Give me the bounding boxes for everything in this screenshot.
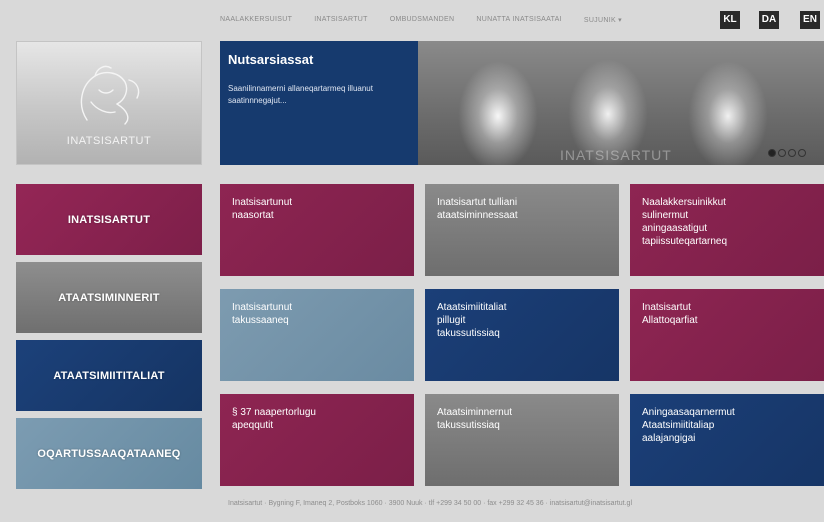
sidebar-item-label: INATSISARTUT — [67, 213, 151, 226]
language-button-kl[interactable]: KL — [720, 11, 740, 29]
tile-ataatsiminnernut-takussutissiaq[interactable]: Ataatsiminnernut takussutissiaq — [425, 394, 619, 486]
caret-down-icon: ▾ — [618, 17, 622, 24]
nav-link-inatsisartut[interactable]: INATSISARTUT — [314, 16, 368, 24]
tile-naalakkersuinikkut-sulinermut[interactable]: Naalakkersuinikkut sulinermut aningaasat… — [630, 184, 824, 276]
slide-dot[interactable] — [788, 149, 796, 157]
tile-inatsisartut-allattoqarfiat[interactable]: Inatsisartut Allattoqarfiat — [630, 289, 824, 381]
slide-indicators — [768, 149, 806, 157]
banner-title[interactable]: Nutsarsiassat — [228, 52, 313, 67]
banner-watermark: INATSISARTUT — [560, 147, 672, 163]
language-button-en[interactable]: EN — [800, 11, 820, 29]
nav-link-nunatta-inatsisaatai[interactable]: NUNATTA INATSISAATAI — [476, 16, 561, 24]
top-navigation: NAALAKKERSUISUT INATSISARTUT OMBUDSMANDE… — [220, 16, 622, 24]
nav-link-sujunik-label: SUJUNIK — [583, 17, 616, 24]
sidebar-item-inatsisartut[interactable]: INATSISARTUT — [16, 184, 202, 255]
light-spot — [458, 61, 538, 165]
tile-ataatsimiititaliat-pillugit[interactable]: Ataatsimiititaliat pillugit takussutissi… — [425, 289, 619, 381]
nav-link-naalakkersuisut[interactable]: NAALAKKERSUISUT — [220, 16, 292, 24]
slide-dot[interactable] — [768, 149, 776, 157]
slide-dot[interactable] — [798, 149, 806, 157]
light-spot — [688, 61, 768, 165]
footer-contact-info: Inatsisartut · Bygning F, Imaneq 2, Post… — [228, 500, 633, 507]
tile-inatsisartut-tulliani[interactable]: Inatsisartut tulliani ataatsiminnessaat — [425, 184, 619, 276]
slide-dot[interactable] — [778, 149, 786, 157]
sidebar-item-oqartussaaqataaneq[interactable]: OQARTUSSAAQATAANEQ — [16, 418, 202, 489]
nav-link-sujunik[interactable]: SUJUNIK ▾ — [584, 16, 622, 24]
tile-paragraph-37-apeqqutit[interactable]: § 37 naapertorlugu apeqqutit — [220, 394, 414, 486]
site-logo[interactable]: INATSISARTUT — [16, 41, 202, 165]
logo-text: INATSISARTUT — [66, 135, 152, 147]
sidebar-item-ataatsiminnerit[interactable]: ATAATSIMINNERIT — [16, 262, 202, 333]
language-button-da[interactable]: DA — [759, 11, 779, 29]
banner-caption: Nutsarsiassat Saanilinnamerni allaneqart… — [220, 41, 418, 165]
nav-link-ombudsmanden[interactable]: OMBUDSMANDEN — [390, 16, 455, 24]
banner-slideshow[interactable]: Nutsarsiassat Saanilinnamerni allaneqart… — [220, 41, 824, 165]
banner-text: Saanilinnamerni allaneqartarmeq illuanut… — [228, 84, 373, 105]
sidebar-item-ataatsimiititaliat[interactable]: ATAATSIMIITITALIAT — [16, 340, 202, 411]
tile-inatsisartunut-takussaaneq[interactable]: Inatsisartunut takussaaneq — [220, 289, 414, 381]
sidebar-item-label: ATAATSIMIITITALIAT — [53, 369, 165, 382]
tile-aningaasaqarnermut-ataatsimiititaliap[interactable]: Aningaasaqarnermut Ataatsimiititaliap aa… — [630, 394, 824, 486]
sidebar-item-label: ATAATSIMINNERIT — [58, 291, 160, 304]
page: NAALAKKERSUISUT INATSISARTUT OMBUDSMANDE… — [0, 0, 824, 522]
tile-inatsisartunut-naasortat[interactable]: Inatsisartunut naasortat — [220, 184, 414, 276]
polar-bear-emblem-icon — [80, 65, 140, 125]
sidebar-item-label: OQARTUSSAAQATAANEQ — [37, 447, 181, 460]
